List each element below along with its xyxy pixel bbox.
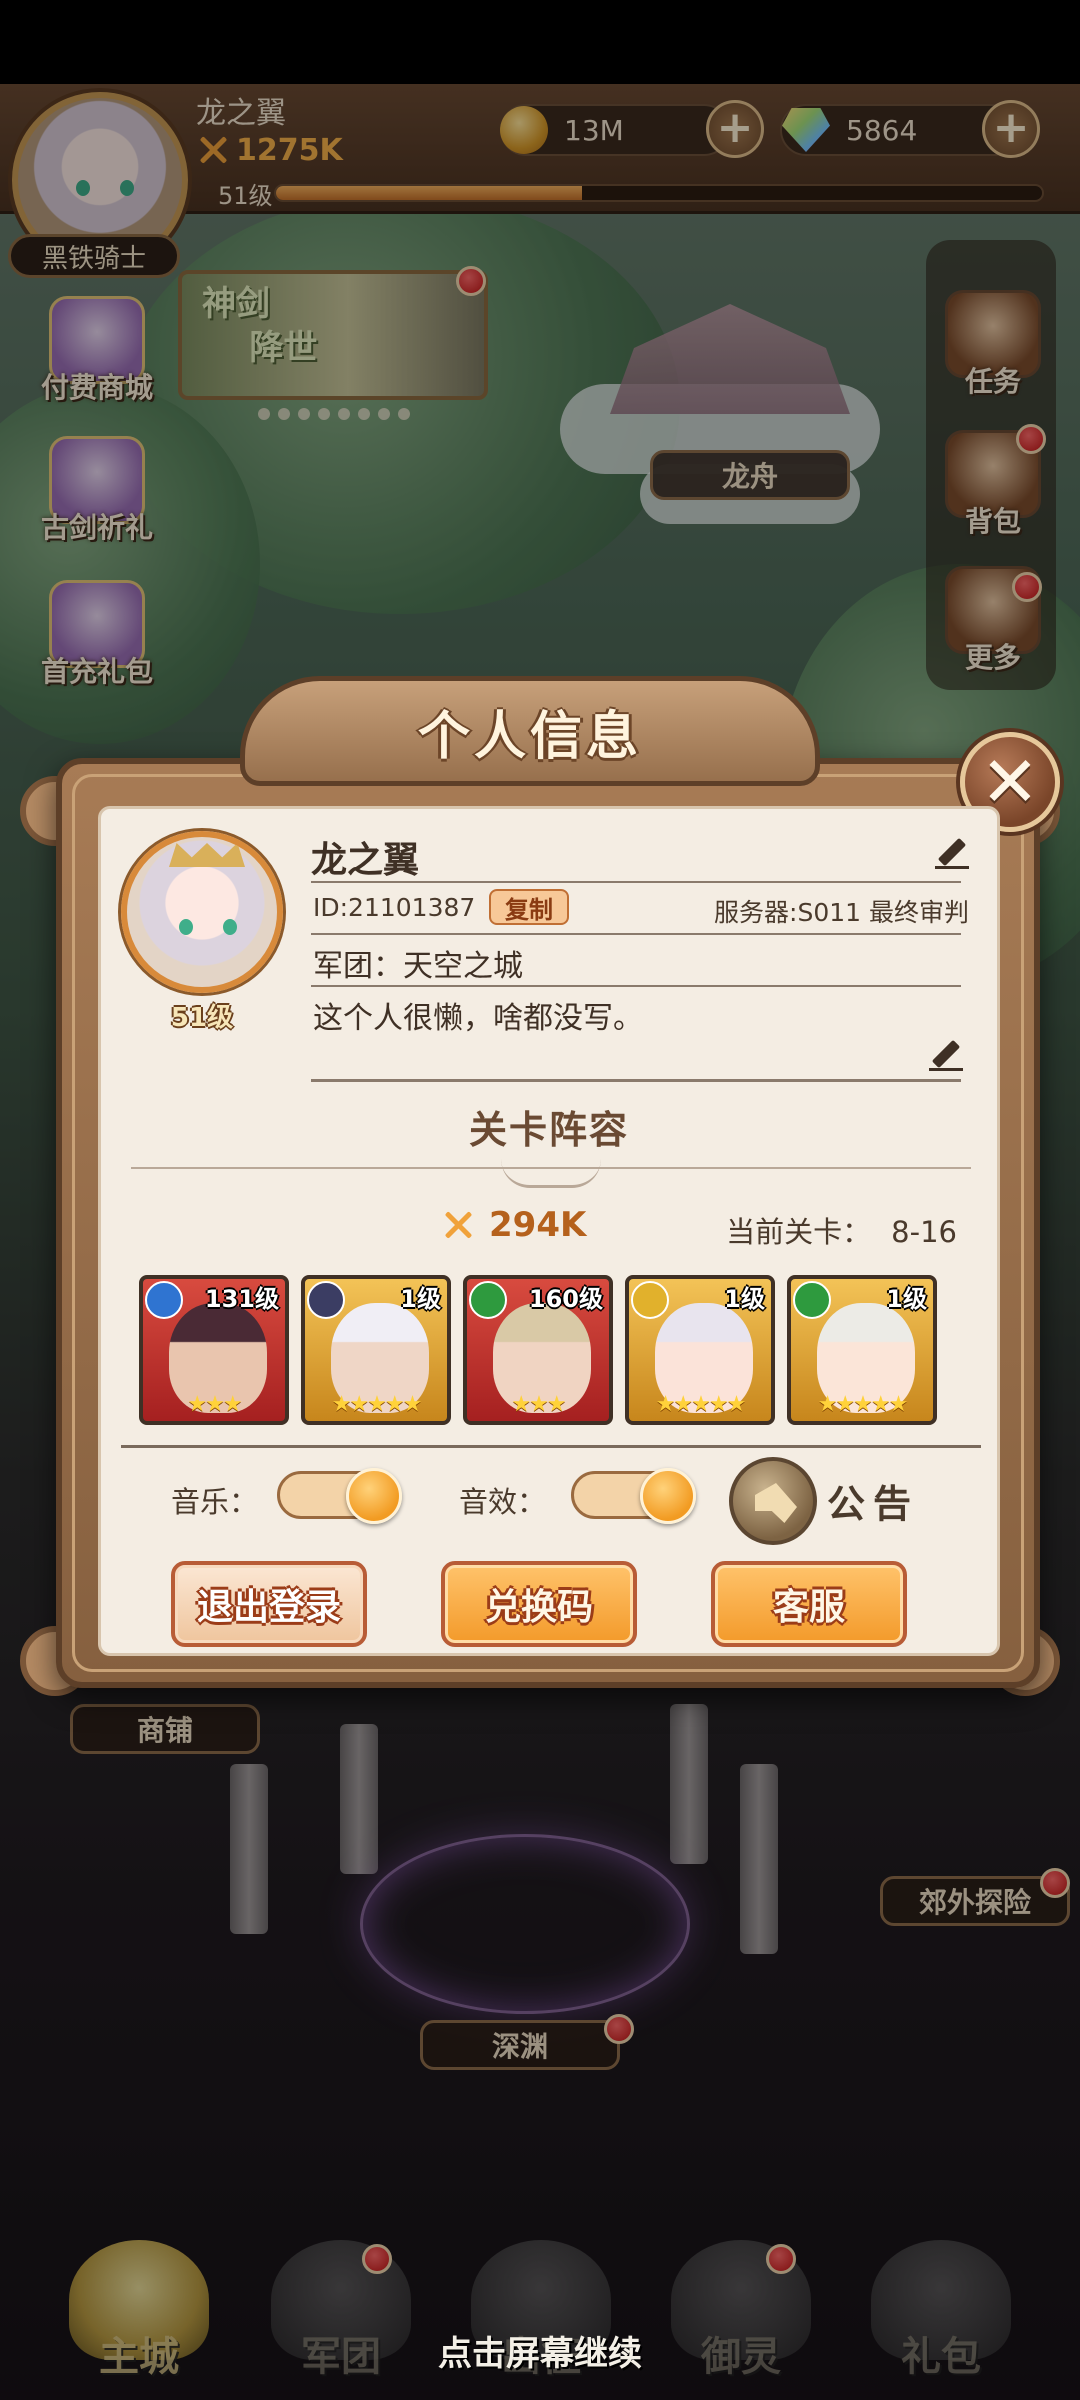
dark-element-icon [307,1281,345,1319]
sfx-toggle[interactable] [571,1468,696,1524]
wind-element-icon [793,1281,831,1319]
signature-text: 这个人很懒，啥都没写。 [313,1001,643,1036]
stage-value: 8-16 [891,1215,957,1249]
profile-dialog: 个人信息 ✕ 51级 龙之翼 ID:21101387 复制 服务器:S011 最… [20,676,1060,1706]
profile-level: 51级 [170,1003,234,1033]
stage-label: 当前关卡： [726,1215,872,1249]
profile-avatar[interactable] [121,831,283,993]
current-stage: 当前关卡： 8-16 [726,1209,957,1251]
lineup-title: 关卡阵容 [468,1108,629,1152]
profile-panel: 51级 龙之翼 ID:21101387 复制 服务器:S011 最终审判 军团：… [98,806,1000,1656]
music-toggle[interactable] [277,1468,402,1524]
edit-name-icon[interactable] [935,835,969,869]
wind-element-icon [469,1281,507,1319]
hero-lineup: 131级 ★★★ 1级 ★★★★★ 160级 ★★★ 1级 ★★★★★ 1级 ★… [139,1275,937,1425]
guild-info: 军团：天空之城 [313,949,523,984]
hero-card[interactable]: 1级 ★★★★★ [787,1275,937,1425]
customer-service-button[interactable]: 客服 [711,1561,907,1647]
lineup-power: 294K [441,1205,586,1245]
hero-card[interactable]: 1级 ★★★★★ [625,1275,775,1425]
hero-card[interactable]: 1级 ★★★★★ [301,1275,451,1425]
megaphone-icon[interactable] [729,1457,817,1545]
profile-name: 龙之翼 [311,840,420,881]
dialog-title: 个人信息 [417,706,642,767]
hero-card[interactable]: 160级 ★★★ [463,1275,613,1425]
music-label: 音乐： [171,1485,259,1519]
lineup-power-value: 294K [489,1205,587,1245]
redeem-code-button[interactable]: 兑换码 [441,1561,637,1647]
dialog-title-plate: 个人信息 [240,676,820,786]
copy-id-button[interactable]: 复制 [489,889,569,925]
crossed-swords-icon [441,1208,475,1242]
light-element-icon [631,1281,669,1319]
divider [121,1445,981,1448]
notice-button[interactable]: 公告 [827,1473,919,1528]
edit-signature-icon[interactable] [929,1037,963,1071]
player-id: ID:21101387 [313,893,476,922]
logout-button[interactable]: 退出登录 [171,1561,367,1647]
hero-card[interactable]: 131级 ★★★ [139,1275,289,1425]
sfx-label: 音效： [459,1485,547,1519]
water-element-icon [145,1281,183,1319]
tap-to-continue-hint: 点击屏幕继续 [438,2334,642,2374]
server-info: 服务器:S011 最终审判 [714,898,969,927]
ornament-divider [131,1159,971,1189]
